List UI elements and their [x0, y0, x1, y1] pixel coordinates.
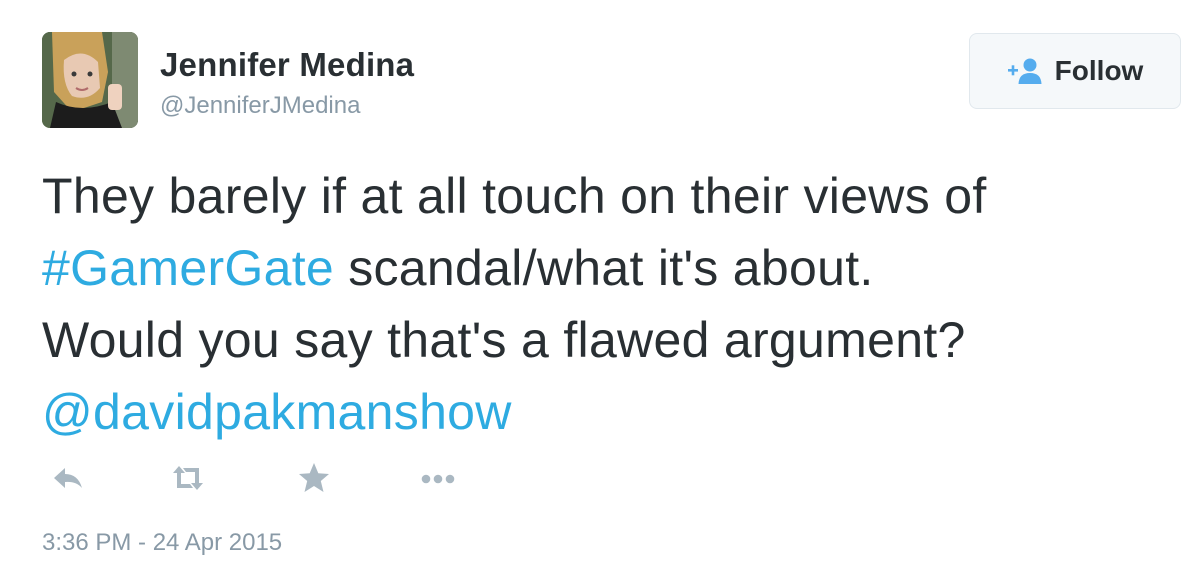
- reply-button[interactable]: [48, 458, 88, 498]
- tweet-text-line: #GamerGate scandal/what it's about.: [42, 232, 1172, 304]
- tweet-text-segment: scandal/what it's about.: [334, 240, 874, 296]
- tweet-timestamp[interactable]: 3:36 PM - 24 Apr 2015: [42, 529, 282, 557]
- tweet-text-segment: They barely if at all touch on their vie…: [42, 168, 987, 224]
- user-handle[interactable]: @JenniferJMedina: [160, 92, 360, 120]
- follow-label: Follow: [1054, 55, 1144, 86]
- tweet-actions: [48, 458, 488, 498]
- tweet-card: Jennifer Medina @JenniferJMedina Follow …: [0, 0, 1200, 580]
- more-button[interactable]: [418, 458, 458, 498]
- star-icon: [299, 463, 329, 492]
- profile-photo-icon: [42, 32, 138, 128]
- follow-button[interactable]: Follow: [969, 33, 1181, 109]
- tweet-text-line: Would you say that's a flawed argument?: [42, 304, 1172, 376]
- user-display-name[interactable]: Jennifer Medina: [160, 46, 414, 84]
- tweet-text-line: They barely if at all touch on their vie…: [42, 160, 1172, 232]
- tweet-text: They barely if at all touch on their vie…: [42, 160, 1172, 448]
- avatar[interactable]: [42, 32, 138, 128]
- retweet-icon: [173, 466, 203, 490]
- favorite-button[interactable]: [294, 458, 334, 498]
- tweet-text-line: @davidpakmanshow: [42, 376, 1172, 448]
- tweet-text-segment: Would you say that's a flawed argument?: [42, 312, 966, 368]
- hashtag-link[interactable]: #GamerGate: [42, 240, 334, 296]
- add-person-icon: [1007, 58, 1042, 84]
- reply-icon: [54, 468, 82, 488]
- retweet-button[interactable]: [168, 458, 208, 498]
- more-dots-icon: [421, 474, 455, 484]
- mention-link[interactable]: @davidpakmanshow: [42, 384, 512, 440]
